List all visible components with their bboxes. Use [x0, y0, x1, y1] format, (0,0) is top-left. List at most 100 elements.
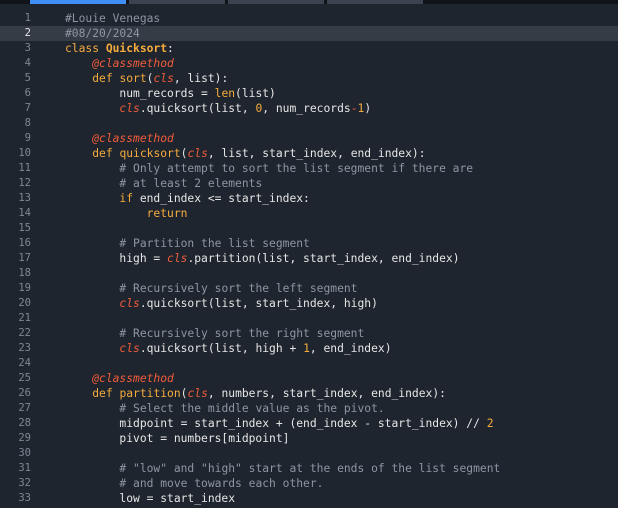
code-line[interactable]: 12 # at least 2 elements: [0, 176, 618, 191]
code-line[interactable]: 10 def quicksort(cls, list, start_index,…: [0, 146, 618, 161]
tab-bar: [0, 0, 618, 4]
line-code[interactable]: num_records = len(list): [31, 86, 275, 101]
line-code[interactable]: #08/20/2024: [31, 26, 140, 41]
line-code[interactable]: high = cls.partition(list, start_index, …: [31, 251, 459, 266]
line-code[interactable]: # Partition the list segment: [31, 236, 309, 251]
line-code[interactable]: cls.quicksort(list, high + 1, end_index): [31, 341, 391, 356]
line-number: 12: [18, 177, 31, 189]
line-code[interactable]: # at least 2 elements: [31, 176, 262, 191]
code-line[interactable]: 25 @classmethod: [0, 371, 618, 386]
line-code[interactable]: if end_index <= start_index:: [31, 191, 309, 206]
code-line[interactable]: 11 # Only attempt to sort the list segme…: [0, 161, 618, 176]
code-line[interactable]: 15: [0, 221, 618, 236]
code-token: .quicksort(list,: [139, 102, 256, 115]
code-token: # "low" and "high" start at the ends of …: [119, 462, 501, 475]
code-line[interactable]: 28 midpoint = start_index + (end_index -…: [0, 416, 618, 431]
line-code[interactable]: @classmethod: [31, 131, 174, 146]
code-line[interactable]: 31 # "low" and "high" start at the ends …: [0, 461, 618, 476]
line-code[interactable]: [31, 446, 65, 461]
code-line[interactable]: 20 cls.quicksort(list, start_index, high…: [0, 296, 618, 311]
code-token: :: [167, 42, 174, 55]
code-line[interactable]: 26 def partition(cls, numbers, start_ind…: [0, 386, 618, 401]
line-code[interactable]: pivot = numbers[midpoint]: [31, 431, 289, 446]
line-code[interactable]: [31, 266, 65, 281]
code-token: cls: [119, 102, 140, 115]
code-token: high =: [65, 252, 168, 265]
code-token: -: [350, 102, 358, 115]
line-code[interactable]: # Recursively sort the left segment: [31, 281, 357, 296]
code-line[interactable]: 27 # Select the middle value as the pivo…: [0, 401, 618, 416]
code-line[interactable]: 24: [0, 356, 618, 371]
code-line[interactable]: 29 pivot = numbers[midpoint]: [0, 431, 618, 446]
code-line[interactable]: 18: [0, 266, 618, 281]
line-code[interactable]: low = start_index: [31, 491, 235, 506]
line-code[interactable]: # and move towards each other.: [31, 476, 323, 491]
line-number: 11: [18, 162, 31, 174]
code-line[interactable]: 8: [0, 116, 618, 131]
code-token: .quicksort(list, high +: [139, 342, 304, 355]
code-token: return: [146, 207, 188, 220]
editor-tab-4[interactable]: [327, 0, 423, 4]
line-code[interactable]: midpoint = start_index + (end_index - st…: [31, 416, 493, 431]
editor-tab-1[interactable]: [30, 0, 126, 4]
line-code[interactable]: def quicksort(cls, list, start_index, en…: [31, 146, 425, 161]
code-lines[interactable]: 1 #Louie Venegas 2 #08/20/2024 3 class Quicks…: [0, 11, 618, 506]
line-code[interactable]: def partition(cls, numbers, start_index,…: [31, 386, 446, 401]
code-line[interactable]: 5 def sort(cls, list):: [0, 71, 618, 86]
line-code[interactable]: @classmethod: [31, 371, 174, 386]
code-line[interactable]: 23 cls.quicksort(list, high + 1, end_ind…: [0, 341, 618, 356]
code-line[interactable]: 22 # Recursively sort the right segment: [0, 326, 618, 341]
code-token: # Only attempt to sort the list segment …: [119, 162, 474, 175]
code-line[interactable]: 33 low = start_index: [0, 491, 618, 506]
line-code[interactable]: cls.quicksort(list, start_index, high): [31, 296, 377, 311]
code-token: cls: [167, 252, 188, 265]
line-code[interactable]: # Only attempt to sort the list segment …: [31, 161, 473, 176]
code-line[interactable]: 19 # Recursively sort the left segment: [0, 281, 618, 296]
line-number: 1: [24, 12, 31, 24]
line-code[interactable]: [31, 116, 65, 131]
code-line[interactable]: 7 cls.quicksort(list, 0, num_records-1): [0, 101, 618, 116]
code-line[interactable]: 30: [0, 446, 618, 461]
code-token: def: [92, 387, 120, 400]
code-token: partition: [119, 387, 181, 400]
line-code[interactable]: cls.quicksort(list, 0, num_records-1): [31, 101, 371, 116]
line-code[interactable]: # "low" and "high" start at the ends of …: [31, 461, 500, 476]
line-code[interactable]: #Louie Venegas: [31, 11, 160, 26]
code-line[interactable]: 3 class Quicksort:: [0, 41, 618, 56]
code-editor[interactable]: 1 #Louie Venegas 2 #08/20/2024 3 class Quicks…: [0, 0, 618, 508]
line-code[interactable]: # Select the middle value as the pivot.: [31, 401, 384, 416]
code-token: if: [119, 192, 140, 205]
code-line[interactable]: 4 @classmethod: [0, 56, 618, 71]
line-code[interactable]: class Quicksort:: [31, 41, 174, 56]
line-code[interactable]: def sort(cls, list):: [31, 71, 228, 86]
code-token: , list):: [173, 72, 229, 85]
code-line[interactable]: 2 #08/20/2024: [0, 26, 618, 41]
code-line[interactable]: 9 @classmethod: [0, 131, 618, 146]
code-line[interactable]: 14 return: [0, 206, 618, 221]
line-code[interactable]: [31, 221, 65, 236]
editor-tab-3[interactable]: [228, 0, 324, 4]
line-code[interactable]: return: [31, 206, 188, 221]
line-code[interactable]: [31, 311, 65, 326]
code-line[interactable]: 16 # Partition the list segment: [0, 236, 618, 251]
code-line[interactable]: 1 #Louie Venegas: [0, 11, 618, 26]
editor-tab-2[interactable]: [129, 0, 225, 4]
code-line[interactable]: 13 if end_index <= start_index:: [0, 191, 618, 206]
line-number: 20: [18, 297, 31, 309]
line-code[interactable]: @classmethod: [31, 56, 174, 71]
code-line[interactable]: 6 num_records = len(list): [0, 86, 618, 101]
line-number: 25: [18, 372, 31, 384]
code-token: pivot = numbers[midpoint]: [65, 432, 290, 445]
line-code[interactable]: [31, 356, 65, 371]
line-code[interactable]: # Recursively sort the right segment: [31, 326, 364, 341]
code-line[interactable]: 17 high = cls.partition(list, start_inde…: [0, 251, 618, 266]
code-line[interactable]: 21: [0, 311, 618, 326]
code-line[interactable]: 32 # and move towards each other.: [0, 476, 618, 491]
